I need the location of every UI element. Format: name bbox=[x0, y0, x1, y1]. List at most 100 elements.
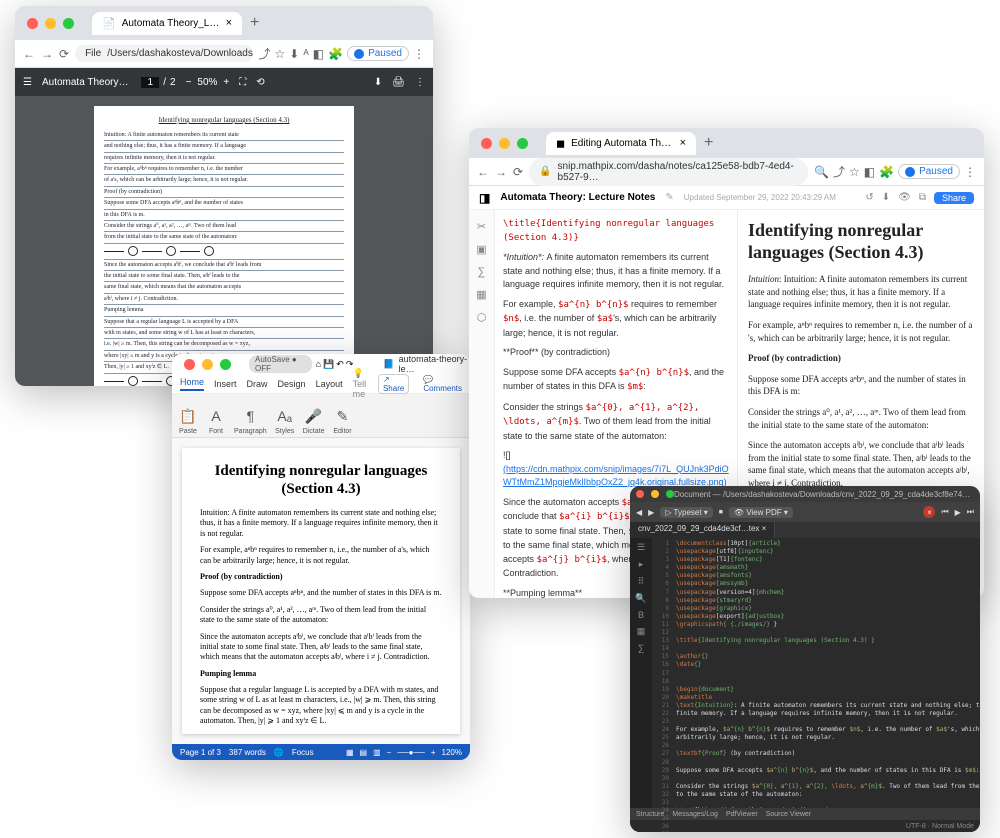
star-icon[interactable]: ☆ bbox=[275, 47, 286, 61]
view-pdf-button[interactable]: 👁 View PDF ▾ bbox=[729, 507, 793, 518]
image-icon[interactable]: ▣ bbox=[476, 243, 486, 256]
page-count[interactable]: Page 1 of 3 bbox=[180, 748, 221, 757]
share-button[interactable]: Share bbox=[934, 192, 974, 204]
puzzle-icon[interactable]: 🧩 bbox=[328, 47, 343, 61]
star-icon[interactable]: ☆ bbox=[849, 165, 860, 179]
comments-button[interactable]: 💬 Comments bbox=[423, 375, 462, 393]
ribbon-styles[interactable]: AₐStyles bbox=[275, 406, 295, 435]
formula-icon[interactable]: ∑ bbox=[478, 266, 486, 278]
home-icon[interactable]: ⌂ bbox=[316, 359, 321, 369]
maximize-icon[interactable] bbox=[666, 490, 674, 498]
img-link[interactable]: (https://cdn.mathpix.com/snip/images/7i7… bbox=[503, 464, 729, 488]
back-icon[interactable]: ← bbox=[477, 165, 489, 179]
page-input[interactable] bbox=[141, 77, 159, 88]
chem-icon[interactable]: ⬡ bbox=[477, 311, 487, 324]
reload-icon[interactable]: ⟳ bbox=[59, 47, 69, 61]
nav-back-icon[interactable]: ◀ bbox=[636, 508, 642, 517]
maximize-icon[interactable] bbox=[63, 18, 74, 29]
save-icon[interactable]: 💾 bbox=[323, 359, 334, 370]
download-pdf-icon[interactable]: ⬇ bbox=[374, 77, 382, 88]
tab-home[interactable]: Home bbox=[180, 377, 204, 391]
find-play-icon[interactable]: ▶ bbox=[955, 508, 961, 517]
ribbon-paragraph[interactable]: ¶Paragraph bbox=[234, 406, 267, 435]
extension-icon[interactable]: ◧ bbox=[313, 47, 324, 61]
stop-icon[interactable]: ⏹ bbox=[719, 507, 723, 517]
forward-icon[interactable]: → bbox=[495, 165, 507, 179]
search-icon[interactable]: 🔍 bbox=[635, 593, 646, 604]
word-count[interactable]: 387 words bbox=[229, 748, 266, 757]
forward-icon[interactable]: → bbox=[41, 47, 53, 61]
math-icon[interactable]: ∑ bbox=[638, 643, 644, 653]
print-icon[interactable]: 🖨 bbox=[392, 77, 405, 88]
ribbon-paste[interactable]: 📋Paste bbox=[178, 406, 198, 435]
doc-title[interactable]: Automata Theory: Lecture Notes bbox=[500, 192, 655, 203]
undo-icon[interactable]: ↶ bbox=[336, 359, 344, 370]
profile-paused-chip[interactable]: Paused bbox=[347, 46, 409, 61]
close-tab-icon[interactable]: × bbox=[680, 137, 686, 149]
tab-pdfviewer[interactable]: PdfViewer bbox=[726, 811, 758, 818]
close-icon[interactable] bbox=[27, 18, 38, 29]
tab-draw[interactable]: Draw bbox=[247, 379, 268, 389]
tab-structure[interactable]: Structure bbox=[636, 811, 664, 818]
zoom-label[interactable]: 120% bbox=[442, 748, 462, 757]
nav-fwd-icon[interactable]: ▶ bbox=[648, 508, 654, 517]
back-icon[interactable]: ← bbox=[23, 47, 35, 61]
browser-tab[interactable]: ◼ Editing Automata Theory: Lec × bbox=[546, 132, 696, 155]
tab-design[interactable]: Design bbox=[278, 379, 306, 389]
new-tab-button[interactable]: + bbox=[704, 134, 713, 152]
ribbon-editor[interactable]: ✎Editor bbox=[333, 406, 353, 435]
focus-button[interactable]: Focus bbox=[292, 748, 314, 757]
lang-icon[interactable]: 🌐 bbox=[274, 748, 284, 757]
app-logo-icon[interactable]: ◨ bbox=[479, 191, 490, 205]
ribbon-dictate[interactable]: 🎤Dictate bbox=[303, 406, 325, 435]
snip-icon[interactable]: ✂ bbox=[477, 220, 486, 233]
view-icon[interactable]: 👁 bbox=[898, 192, 911, 203]
copy-icon[interactable]: ⧉ bbox=[919, 192, 926, 203]
share-icon[interactable]: ⤴ bbox=[833, 163, 845, 180]
menu-icon[interactable]: ⋮ bbox=[413, 47, 425, 61]
find-next-icon[interactable]: ⏭ bbox=[967, 507, 974, 517]
bookmark-icon[interactable]: ☰ bbox=[637, 542, 645, 553]
tell-me[interactable]: 💡 Tell me bbox=[353, 368, 368, 399]
code-editor[interactable]: \documentclass[10pt]{article}\usepackage… bbox=[672, 538, 980, 808]
view-read-icon[interactable]: ▦ bbox=[346, 748, 354, 757]
maximize-icon[interactable] bbox=[517, 138, 528, 149]
autosave-chip[interactable]: AutoSave ● OFF bbox=[249, 355, 312, 373]
minimize-icon[interactable] bbox=[651, 490, 659, 498]
list-icon[interactable]: ⠿ bbox=[638, 576, 645, 587]
table-icon[interactable]: ▦ bbox=[637, 626, 646, 637]
view-print-icon[interactable]: ▤ bbox=[360, 748, 368, 757]
close-tab-icon[interactable]: × bbox=[226, 17, 232, 29]
close-find-icon[interactable]: × bbox=[923, 506, 935, 518]
close-icon[interactable] bbox=[636, 490, 644, 498]
find-prev-icon[interactable]: ⏮ bbox=[941, 507, 948, 517]
close-icon[interactable] bbox=[184, 359, 195, 370]
tab-messages[interactable]: Messages/Log bbox=[672, 811, 718, 818]
edit-icon[interactable]: ✎ bbox=[665, 192, 673, 203]
puzzle-icon[interactable]: 🧩 bbox=[879, 165, 894, 179]
minimize-icon[interactable] bbox=[45, 18, 56, 29]
zoom-slider[interactable]: ──●── bbox=[397, 748, 425, 757]
table-icon[interactable]: ▦ bbox=[476, 288, 486, 301]
zoom-out-icon[interactable]: − bbox=[186, 77, 192, 88]
zoom-in-icon[interactable]: + bbox=[431, 748, 436, 757]
maximize-icon[interactable] bbox=[220, 359, 231, 370]
minimize-icon[interactable] bbox=[499, 138, 510, 149]
rotate-icon[interactable]: ⟲ bbox=[256, 77, 264, 88]
tab-sourceviewer[interactable]: Source Viewer bbox=[766, 811, 811, 818]
word-page[interactable]: Identifying nonregular languages (Sectio… bbox=[182, 448, 460, 734]
sidebar-toggle-icon[interactable]: ☰ bbox=[23, 77, 32, 88]
close-icon[interactable] bbox=[481, 138, 492, 149]
address-bar[interactable]: 🔒 snip.mathpix.com/dasha/notes/ca125e58-… bbox=[529, 158, 808, 186]
new-tab-button[interactable]: + bbox=[250, 14, 259, 32]
zoom-out-icon[interactable]: − bbox=[387, 748, 392, 757]
tab-insert[interactable]: Insert bbox=[214, 379, 237, 389]
extension-icon[interactable]: ◧ bbox=[864, 165, 875, 179]
typeset-button[interactable]: ▷ Typeset ▾ bbox=[660, 507, 713, 518]
translate-icon[interactable]: ᴬ bbox=[303, 47, 308, 61]
download-icon[interactable]: ⬇ bbox=[289, 47, 299, 61]
export-icon[interactable]: ⬇ bbox=[882, 192, 890, 203]
share-button[interactable]: ↗ Share bbox=[378, 374, 409, 394]
view-web-icon[interactable]: ▥ bbox=[373, 748, 381, 757]
file-tab[interactable]: cnv_2022_09_29_cda4de3cf…tex × bbox=[630, 522, 775, 538]
